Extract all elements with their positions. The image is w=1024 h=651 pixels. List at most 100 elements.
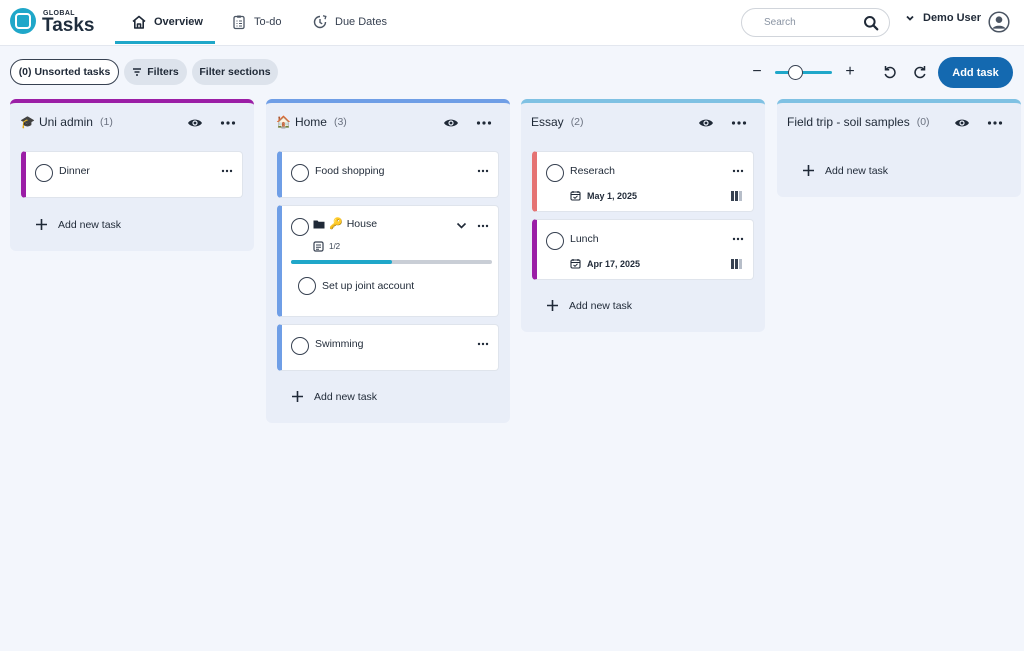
- task-card-expanded[interactable]: 🔑 House 1/2 Set up joint account: [277, 205, 499, 317]
- progress-bar-fill: [291, 260, 392, 264]
- undo-icon[interactable]: [882, 64, 898, 80]
- task-more-icon[interactable]: [477, 166, 489, 176]
- task-title: Lunch: [570, 233, 599, 245]
- column-field-trip: Field trip - soil samples (0) Add new ta…: [777, 99, 1021, 197]
- avatar-icon[interactable]: [988, 11, 1010, 33]
- task-card[interactable]: Swimming: [277, 324, 499, 371]
- add-new-task-button[interactable]: Add new task: [802, 164, 888, 177]
- plus-icon: [292, 391, 303, 402]
- top-bar: GLOBAL Tasks Overview To-do Due Dates Se…: [0, 0, 1024, 46]
- column-title: Home: [294, 115, 327, 129]
- logo-check-icon: [10, 8, 36, 34]
- filter-sections-label: Filter sections: [199, 66, 271, 78]
- add-new-task-button[interactable]: Add new task: [291, 390, 377, 403]
- eye-icon[interactable]: [954, 116, 970, 130]
- key-icon: 🔑: [329, 218, 343, 230]
- folder-icon: [313, 220, 325, 228]
- task-due-date: Apr 17, 2025: [570, 258, 640, 269]
- nav-due-dates-label: Due Dates: [335, 16, 387, 28]
- chevron-down-icon[interactable]: [456, 221, 467, 230]
- column-more-icon[interactable]: [731, 116, 747, 130]
- plus-icon: [36, 219, 47, 230]
- task-checkbox[interactable]: [291, 218, 309, 236]
- calendar-clock-icon: [313, 15, 327, 29]
- column-emoji: 🏠: [276, 115, 291, 129]
- column-header[interactable]: 🏠 Home (3): [276, 115, 347, 129]
- brand-name: Tasks: [42, 15, 95, 36]
- plus-icon: [547, 300, 558, 311]
- task-due-date: May 1, 2025: [570, 190, 637, 201]
- add-new-task-button[interactable]: Add new task: [35, 218, 121, 231]
- unsorted-tasks-label: (0) Unsorted tasks: [18, 66, 111, 78]
- column-more-icon[interactable]: [220, 116, 236, 130]
- add-task-button[interactable]: Add task: [938, 57, 1013, 88]
- task-checkbox[interactable]: [291, 337, 309, 355]
- zoom-slider-thumb[interactable]: [788, 65, 803, 80]
- task-more-icon[interactable]: [732, 234, 744, 244]
- nav-todo-label: To-do: [254, 16, 282, 28]
- task-title: Dinner: [59, 165, 90, 177]
- calendar-icon: [570, 259, 581, 269]
- add-new-task-button[interactable]: Add new task: [546, 299, 632, 312]
- task-checkbox[interactable]: [291, 164, 309, 182]
- task-checkbox[interactable]: [546, 232, 564, 250]
- task-card[interactable]: Food shopping: [277, 151, 499, 198]
- calendar-icon: [570, 191, 581, 201]
- add-new-task-label: Add new task: [58, 218, 122, 231]
- clipboard-list-icon: [233, 15, 245, 30]
- unsorted-tasks-button[interactable]: (0) Unsorted tasks: [10, 59, 119, 85]
- nav-todo[interactable]: To-do: [231, 0, 282, 44]
- column-count: (2): [570, 116, 584, 128]
- task-card[interactable]: Lunch Apr 17, 2025: [532, 219, 754, 280]
- user-menu[interactable]: Demo User: [905, 12, 981, 24]
- task-checkbox[interactable]: [546, 164, 564, 182]
- redo-icon[interactable]: [912, 64, 928, 80]
- eye-icon[interactable]: [443, 116, 459, 130]
- task-title: Reserach: [570, 165, 615, 177]
- progress-bar: [291, 260, 492, 264]
- plus-icon: [803, 165, 814, 176]
- eye-icon[interactable]: [187, 116, 203, 130]
- priority-indicator: [731, 191, 742, 201]
- subtask-progress-text: 1/2: [329, 242, 341, 251]
- eye-icon[interactable]: [698, 116, 714, 130]
- filter-sections-button[interactable]: Filter sections: [192, 59, 278, 85]
- column-header[interactable]: Essay (2): [531, 115, 584, 129]
- task-due-date-text: Apr 17, 2025: [587, 258, 641, 269]
- nav-overview[interactable]: Overview: [131, 0, 203, 44]
- task-more-icon[interactable]: [221, 166, 233, 176]
- user-name: Demo User: [923, 12, 982, 24]
- add-task-label: Add task: [952, 66, 999, 79]
- column-title: Uni admin: [38, 115, 93, 129]
- column-header[interactable]: 🎓 Uni admin (1): [20, 115, 113, 129]
- task-title: Swimming: [315, 338, 364, 350]
- column-title: Essay: [531, 115, 564, 129]
- priority-indicator: [731, 259, 742, 269]
- search-box[interactable]: Search: [741, 8, 890, 37]
- filters-label: Filters: [147, 66, 179, 78]
- task-title-row: 🔑 House: [313, 217, 377, 230]
- task-card[interactable]: Reserach May 1, 2025: [532, 151, 754, 212]
- task-more-icon[interactable]: [477, 339, 489, 349]
- zoom-slider-track[interactable]: [775, 71, 832, 74]
- task-card[interactable]: Dinner: [21, 151, 243, 198]
- filters-button[interactable]: Filters: [124, 59, 187, 85]
- task-more-icon[interactable]: [477, 221, 489, 231]
- add-new-task-label: Add new task: [314, 390, 378, 403]
- task-checkbox[interactable]: [35, 164, 53, 182]
- subtask-checkbox[interactable]: [298, 277, 316, 295]
- add-new-task-label: Add new task: [825, 164, 889, 177]
- search-icon[interactable]: [863, 15, 879, 31]
- nav-due-dates[interactable]: Due Dates: [312, 0, 387, 44]
- filter-lines-icon: [133, 68, 142, 76]
- column-count: (1): [99, 116, 113, 128]
- search-placeholder: Search: [764, 17, 796, 28]
- column-more-icon[interactable]: [476, 116, 492, 130]
- zoom-out-button[interactable]: −: [750, 64, 764, 80]
- zoom-in-button[interactable]: +: [843, 64, 857, 80]
- column-more-icon[interactable]: [987, 116, 1003, 130]
- task-due-date-text: May 1, 2025: [587, 190, 638, 201]
- task-more-icon[interactable]: [732, 166, 744, 176]
- column-count: (3): [333, 116, 347, 128]
- column-header[interactable]: Field trip - soil samples (0): [787, 115, 930, 129]
